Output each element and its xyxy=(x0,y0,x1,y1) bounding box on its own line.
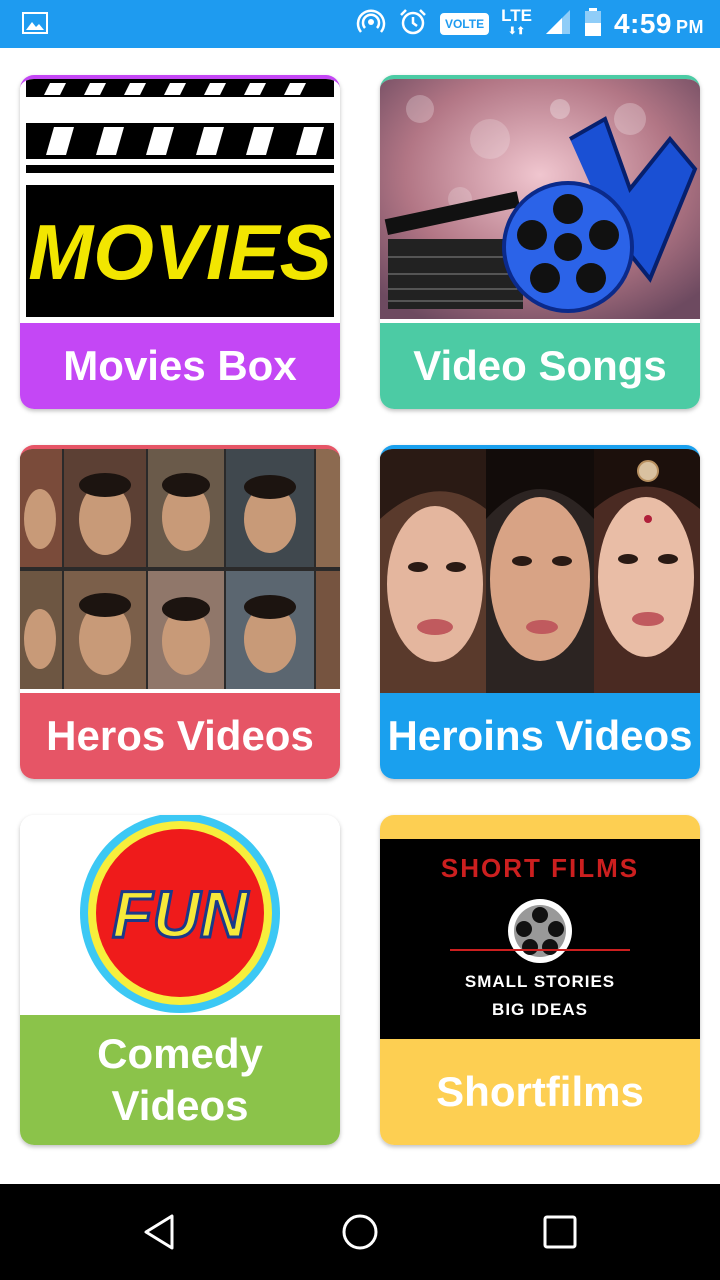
heroins-videos-label: Heroins Videos xyxy=(380,693,700,779)
back-icon[interactable] xyxy=(140,1212,180,1252)
alarm-icon xyxy=(398,7,428,42)
fun-image-text: FUN xyxy=(112,877,249,951)
short-films-line1: SMALL STORIES xyxy=(465,972,615,991)
comedy-videos-label-line1: Comedy xyxy=(97,1029,263,1077)
navigation-bar xyxy=(0,1184,720,1280)
lte-indicator: LTE ⬇⬆ xyxy=(501,6,532,37)
recents-icon[interactable] xyxy=(540,1212,580,1252)
comedy-videos-card[interactable]: FUN Comedy Videos xyxy=(20,815,340,1145)
movies-image-text: MOVIES xyxy=(28,208,331,296)
heros-videos-label: Heros Videos xyxy=(20,693,340,779)
movies-clapperboard-image: MOVIES xyxy=(20,79,340,319)
signal-icon xyxy=(544,8,572,41)
comedy-videos-label-line2: Videos xyxy=(111,1082,249,1129)
movies-box-label: Movies Box xyxy=(20,323,340,409)
image-icon xyxy=(22,12,48,39)
film-reel-image xyxy=(380,79,700,319)
volte-badge: VOLTE xyxy=(439,13,490,35)
video-songs-card[interactable]: Video Songs xyxy=(380,75,700,409)
short-films-image: SHORT FILMS SMALL STORIES BIG IDEAS xyxy=(380,839,700,1039)
video-songs-label: Video Songs xyxy=(380,323,700,409)
shortfilms-card[interactable]: SHORT FILMS SMALL STORIES BIG IDEAS Shor… xyxy=(380,815,700,1145)
heros-videos-card[interactable]: Heros Videos xyxy=(20,445,340,779)
short-films-title: SHORT FILMS xyxy=(441,853,639,883)
heros-collage-image xyxy=(20,449,340,689)
heroins-collage-image xyxy=(380,449,700,693)
movies-box-card[interactable]: MOVIES Movies Box xyxy=(20,75,340,409)
short-films-line2: BIG IDEAS xyxy=(492,1000,588,1019)
comedy-videos-label: Comedy Videos xyxy=(20,1015,340,1145)
hotspot-icon xyxy=(356,7,386,42)
status-bar: VOLTE LTE ⬇⬆ 4:59 PM xyxy=(0,0,720,48)
shortfilms-label: Shortfilms xyxy=(380,1039,700,1145)
heroins-videos-card[interactable]: Heroins Videos xyxy=(380,445,700,779)
fun-logo-image: FUN xyxy=(20,815,340,1015)
battery-icon xyxy=(584,7,602,42)
clock: 4:59 PM xyxy=(613,8,704,39)
home-icon[interactable] xyxy=(340,1212,380,1252)
